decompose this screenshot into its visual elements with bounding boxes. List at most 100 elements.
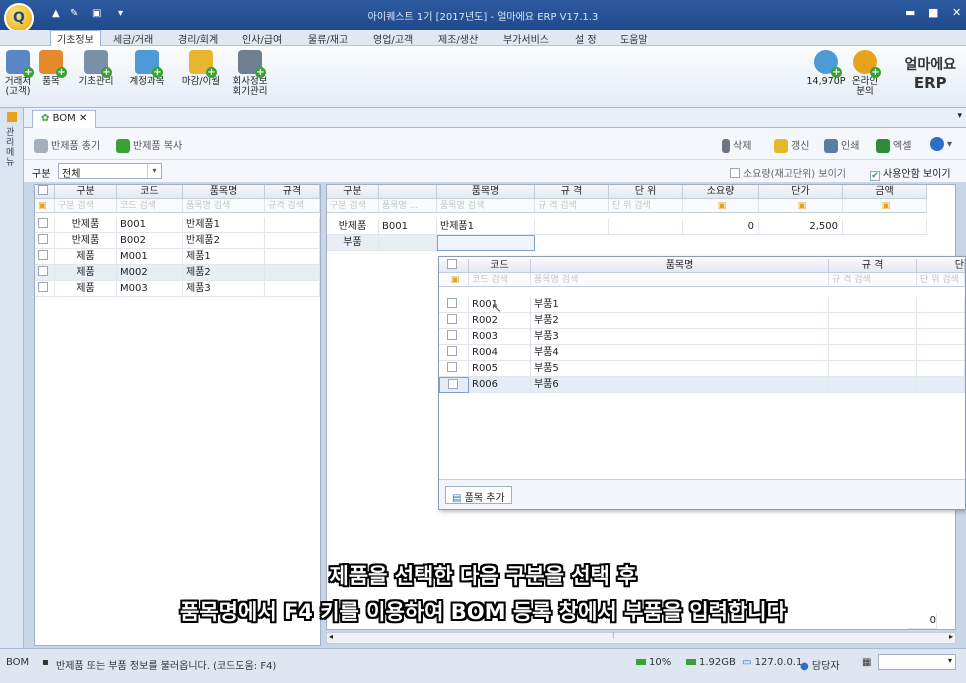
user-name[interactable]: ● 담당자 xyxy=(800,657,840,672)
select-all-checkbox[interactable] xyxy=(439,259,469,273)
category-select[interactable]: 전체 ▾ xyxy=(58,163,162,180)
row-checkbox[interactable] xyxy=(439,361,469,377)
ribbon-account-button[interactable]: 계정과목 xyxy=(122,50,172,87)
table-cell[interactable]: M002 xyxy=(117,265,183,281)
table-cell[interactable]: 반제품2 xyxy=(183,233,265,249)
row-checkbox[interactable] xyxy=(35,217,55,233)
table-cell[interactable]: 부품1 xyxy=(531,297,829,313)
item-name-editor[interactable] xyxy=(437,235,535,251)
table-cell[interactable]: 부품5 xyxy=(531,361,829,377)
table-cell[interactable] xyxy=(917,345,965,361)
filter-spec[interactable]: 규 격 검색 xyxy=(829,273,917,287)
col-spec[interactable]: 규 격 xyxy=(535,185,609,199)
table-cell[interactable]: M001 xyxy=(117,249,183,265)
row-checkbox[interactable] xyxy=(439,345,469,361)
table-cell[interactable] xyxy=(829,377,917,393)
table-cell[interactable] xyxy=(265,233,320,249)
table-cell[interactable]: 제품1 xyxy=(183,249,265,265)
scroll-thumb-icon[interactable]: ⁞ xyxy=(612,631,615,640)
load-semi-button[interactable]: 반제품 총기 xyxy=(34,137,100,153)
table-cell[interactable]: B001 xyxy=(117,217,183,233)
row-checkbox[interactable] xyxy=(439,329,469,345)
table-cell[interactable] xyxy=(829,297,917,313)
table-cell[interactable] xyxy=(265,217,320,233)
table-cell[interactable]: 0 xyxy=(683,219,759,235)
col-code[interactable]: 코드 xyxy=(469,259,531,273)
print-button[interactable]: 인쇄 xyxy=(824,137,859,153)
scroll-left-icon[interactable]: ◂ xyxy=(329,632,333,641)
col-category[interactable]: 구분 xyxy=(327,185,379,199)
col-item-name[interactable]: 품목명 xyxy=(531,259,829,273)
menu-settings[interactable]: 설 정 xyxy=(575,31,597,46)
table-cell[interactable]: 부품4 xyxy=(531,345,829,361)
table-cell[interactable]: M003 xyxy=(117,281,183,297)
status-dropdown[interactable]: ▾ xyxy=(878,654,956,670)
table-cell[interactable]: 제품 xyxy=(55,249,117,265)
horizontal-scrollbar[interactable]: ◂ ⁞ ▸ xyxy=(326,631,956,644)
filter-item-name[interactable]: 품목명 검색 xyxy=(531,273,829,287)
table-cell[interactable] xyxy=(843,219,927,235)
table-cell[interactable]: 제품2 xyxy=(183,265,265,281)
menu-accounting[interactable]: 경리/회계 xyxy=(178,31,218,46)
tab-close-icon[interactable]: ✕ xyxy=(79,113,87,124)
row-checkbox[interactable] xyxy=(439,297,469,313)
tab-menu-icon[interactable]: ▾ xyxy=(957,111,962,121)
menu-logistics[interactable]: 물류/재고 xyxy=(308,31,348,46)
row-checkbox[interactable] xyxy=(35,249,55,265)
ribbon-basic-manage-button[interactable]: 기초관리 xyxy=(72,50,120,87)
filter-unit[interactable]: 단 위 검색 xyxy=(917,273,965,287)
table-cell[interactable] xyxy=(917,377,965,393)
table-cell[interactable] xyxy=(265,281,320,297)
ribbon-item-button[interactable]: 품목 xyxy=(36,50,67,87)
row-checkbox[interactable] xyxy=(35,265,55,281)
online-support-button[interactable]: 온라인 분의 xyxy=(848,50,882,97)
table-cell[interactable]: 제품 xyxy=(55,281,117,297)
table-cell[interactable]: 부품6 xyxy=(531,377,829,393)
col-item-name[interactable]: 품목명 xyxy=(183,185,265,199)
delete-button[interactable]: 삭제 xyxy=(722,137,751,153)
filter-code[interactable]: 코드 검색 xyxy=(117,199,183,213)
copy-semi-button[interactable]: 반제품 복사 xyxy=(116,137,182,153)
table-cell[interactable]: 부품 xyxy=(327,235,379,251)
table-cell[interactable] xyxy=(265,249,320,265)
menu-sales[interactable]: 영업/고객 xyxy=(373,31,413,46)
filter-unit[interactable]: 단 위 검색 xyxy=(609,199,683,213)
table-cell[interactable]: 반제품1 xyxy=(183,217,265,233)
col-code[interactable] xyxy=(379,185,437,199)
table-cell[interactable]: 2,500 xyxy=(759,219,843,235)
row-checkbox[interactable] xyxy=(35,281,55,297)
col-spec[interactable]: 규격 xyxy=(265,185,320,199)
table-cell[interactable]: 부품3 xyxy=(531,329,829,345)
refresh-button[interactable]: 갱신 xyxy=(774,137,809,153)
table-cell[interactable] xyxy=(609,219,683,235)
table-cell[interactable]: 반제품 xyxy=(55,233,117,249)
filter-item-name[interactable]: 품목명 검색 xyxy=(437,199,535,213)
filter-code[interactable]: 품목명 ... xyxy=(379,199,437,213)
table-cell[interactable] xyxy=(535,219,609,235)
col-quantity[interactable]: 소요량 xyxy=(683,185,759,199)
points-button[interactable]: 14,970P xyxy=(806,50,846,87)
table-cell[interactable] xyxy=(917,313,965,329)
table-cell[interactable] xyxy=(829,345,917,361)
col-unit[interactable]: 단 위 xyxy=(609,185,683,199)
calculator-icon[interactable]: ▦ xyxy=(862,657,871,668)
table-cell[interactable] xyxy=(917,297,965,313)
filter-spec[interactable]: 규격 검색 xyxy=(265,199,320,213)
col-code[interactable]: 코드 xyxy=(117,185,183,199)
tab-bom[interactable]: ✿ BOM ✕ xyxy=(32,110,97,128)
ribbon-closing-button[interactable]: 마감/이월 xyxy=(176,50,226,87)
table-cell[interactable]: 반제품1 xyxy=(437,219,535,235)
table-cell[interactable] xyxy=(829,329,917,345)
table-cell[interactable]: R005 xyxy=(469,361,531,377)
minimize-icon[interactable]: ▬ xyxy=(905,6,915,19)
table-cell[interactable] xyxy=(917,329,965,345)
add-item-button[interactable]: ▤ 품목 추가 xyxy=(445,486,512,504)
table-cell[interactable]: B002 xyxy=(117,233,183,249)
col-category[interactable]: 구분 xyxy=(55,185,117,199)
col-amount[interactable]: 금액 xyxy=(843,185,927,199)
col-spec[interactable]: 규 격 xyxy=(829,259,917,273)
menu-help[interactable]: 도움말 xyxy=(620,31,648,46)
select-all-checkbox[interactable] xyxy=(35,185,55,199)
filter-category[interactable]: 구분 검색 xyxy=(327,199,379,213)
table-cell[interactable] xyxy=(265,265,320,281)
